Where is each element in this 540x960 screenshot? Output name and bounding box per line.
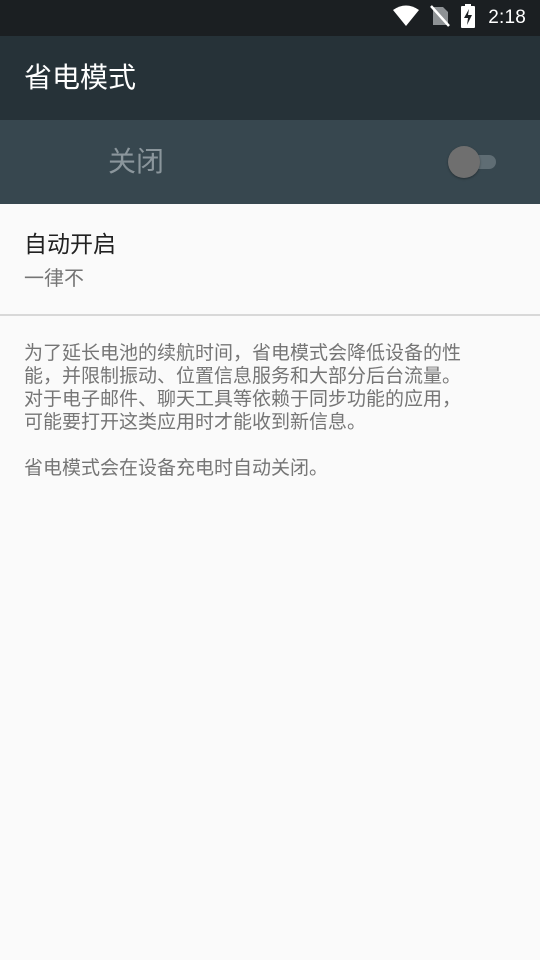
battery-saver-toggle[interactable]: [448, 146, 500, 178]
description: 为了延长电池的续航时间，省电模式会降低设备的性 能，并限制振动、位置信息服务和大…: [24, 342, 524, 503]
auto-enable-title: 自动开启: [24, 232, 116, 258]
battery-charging-icon: [460, 4, 476, 32]
divider: [0, 314, 540, 316]
status-icons: 2:18: [392, 4, 526, 32]
status-time: 2:18: [488, 7, 526, 28]
status-bar: 2:18: [0, 0, 540, 36]
description-paragraph: 为了延长电池的续航时间，省电模式会降低设备的性 能，并限制振动、位置信息服务和大…: [24, 342, 462, 433]
auto-enable-preference[interactable]: 自动开启 一律不: [0, 204, 540, 314]
wifi-icon: [392, 5, 420, 31]
toggle-thumb: [448, 146, 480, 178]
app-bar: 省电模式: [0, 36, 540, 120]
page-title: 省电模式: [24, 61, 137, 94]
master-switch-label: 关闭: [108, 145, 165, 178]
auto-enable-summary: 一律不: [24, 266, 84, 290]
no-sim-icon: [430, 5, 451, 31]
description-paragraph: 省电模式会在设备充电时自动关闭。: [24, 457, 329, 479]
